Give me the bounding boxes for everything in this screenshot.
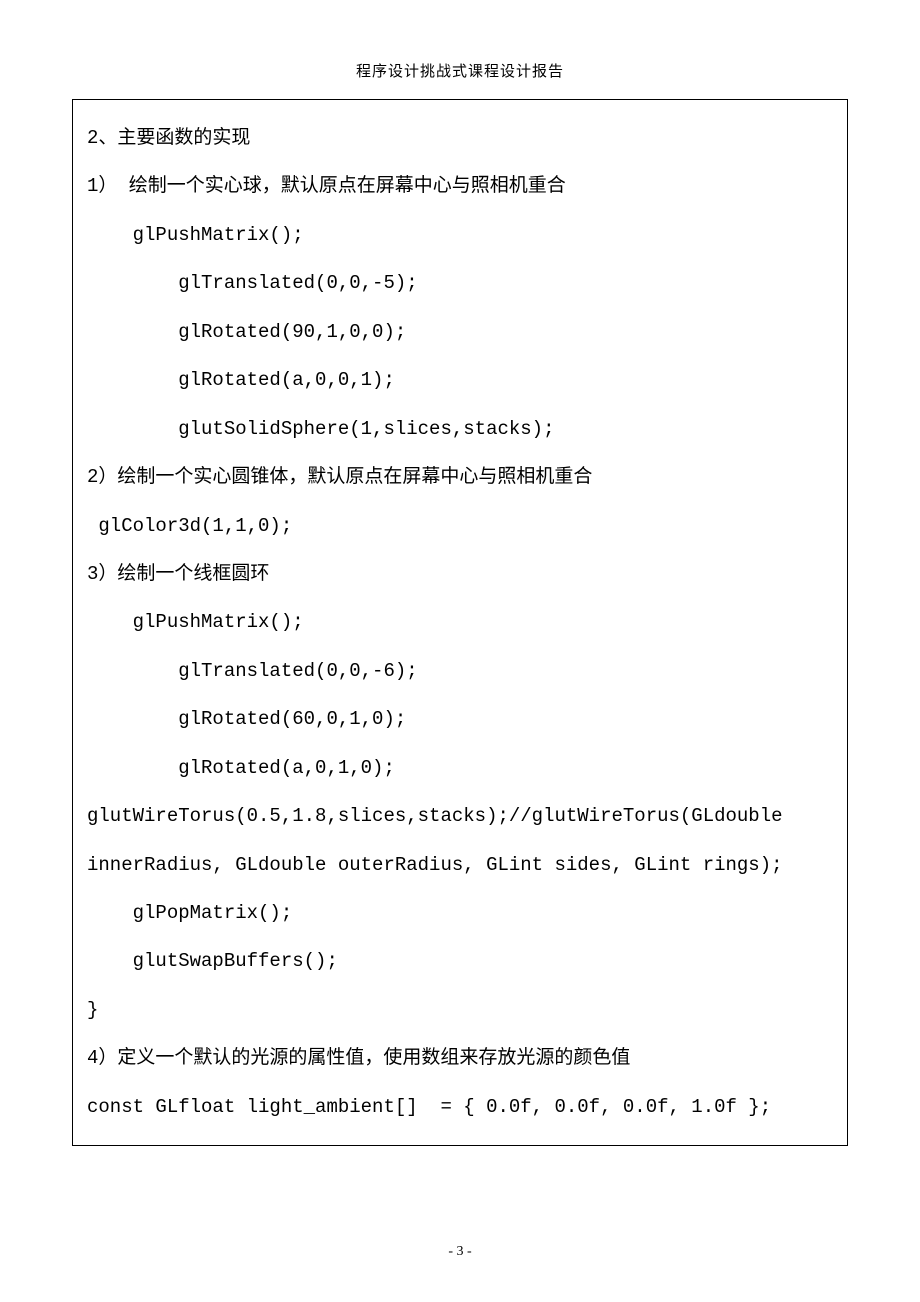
- code-line: glutSwapBuffers();: [87, 937, 833, 985]
- content-box: 2、主要函数的实现 1） 绘制一个实心球，默认原点在屏幕中心与照相机重合 glP…: [72, 99, 848, 1146]
- code-line: glTranslated(0,0,-5);: [87, 259, 833, 307]
- code-line: 1） 绘制一个实心球，默认原点在屏幕中心与照相机重合: [87, 162, 833, 210]
- code-line: glRotated(60,0,1,0);: [87, 695, 833, 743]
- document-page: 程序设计挑战式课程设计报告 2、主要函数的实现 1） 绘制一个实心球，默认原点在…: [0, 0, 920, 1302]
- code-line: glTranslated(0,0,-6);: [87, 647, 833, 695]
- code-line: 2、主要函数的实现: [87, 114, 833, 162]
- code-line: glColor3d(1,1,0);: [87, 502, 833, 550]
- code-line: innerRadius, GLdouble outerRadius, GLint…: [87, 841, 833, 889]
- code-line: glPushMatrix();: [87, 211, 833, 259]
- code-line: glPopMatrix();: [87, 889, 833, 937]
- page-footer: - 3 -: [0, 1244, 920, 1260]
- code-line: glPushMatrix();: [87, 598, 833, 646]
- code-line: glRotated(a,0,1,0);: [87, 744, 833, 792]
- code-line: glutSolidSphere(1,slices,stacks);: [87, 405, 833, 453]
- code-line: }: [87, 986, 833, 1034]
- code-line: glutWireTorus(0.5,1.8,slices,stacks);//g…: [87, 792, 833, 840]
- code-line: glRotated(a,0,0,1);: [87, 356, 833, 404]
- page-header: 程序设计挑战式课程设计报告: [72, 60, 848, 81]
- code-line: const GLfloat light_ambient[] = { 0.0f, …: [87, 1083, 833, 1131]
- code-line: 3）绘制一个线框圆环: [87, 550, 833, 598]
- code-line: glRotated(90,1,0,0);: [87, 308, 833, 356]
- code-line: 4）定义一个默认的光源的属性值，使用数组来存放光源的颜色值: [87, 1034, 833, 1082]
- code-line: 2）绘制一个实心圆锥体，默认原点在屏幕中心与照相机重合: [87, 453, 833, 501]
